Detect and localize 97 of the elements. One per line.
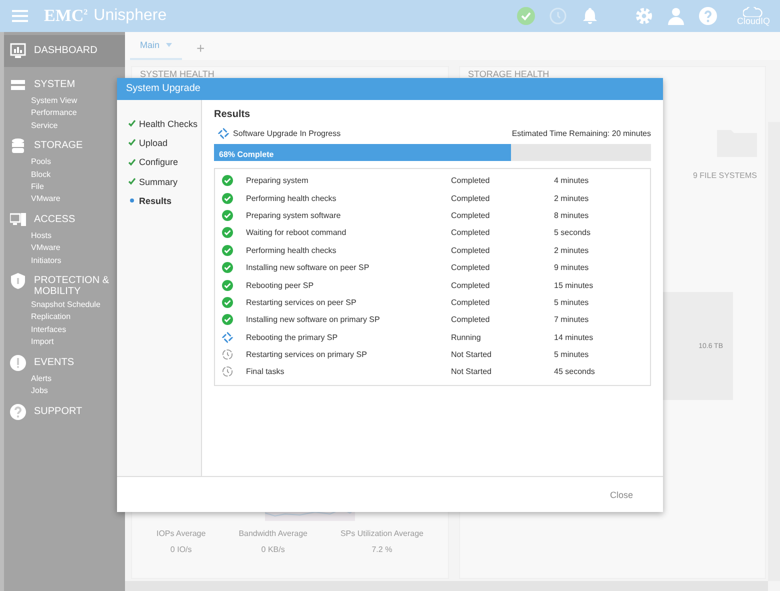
add-tab-button[interactable]: + — [186, 40, 215, 60]
task-duration: 4 minutes — [554, 176, 589, 186]
horizontal-scrollbar[interactable] — [125, 581, 768, 591]
file-systems-label: 9 FILE SYSTEMS — [692, 171, 757, 180]
task-name: Final tasks — [246, 367, 286, 376]
caret-icon — [166, 43, 172, 47]
check-icon — [128, 120, 136, 128]
check-circle-icon — [222, 314, 233, 326]
check-circle-icon — [222, 175, 233, 186]
task-status: Running — [451, 332, 482, 342]
metric-label: SPs Utilization Average — [340, 529, 424, 538]
bell-icon[interactable] — [580, 7, 599, 25]
task-duration: 9 minutes — [554, 263, 589, 272]
check-circle-icon — [222, 244, 233, 256]
task-name: Performing health checks — [246, 194, 338, 203]
check-icon — [128, 178, 136, 186]
help-icon — [10, 404, 26, 420]
task-duration: 8 minutes — [554, 210, 589, 220]
check-circle-icon — [222, 262, 233, 274]
task-status: Completed — [451, 194, 491, 203]
task-duration: 5 seconds — [554, 228, 590, 238]
task-status: Completed — [451, 298, 491, 307]
progress-label: 68% Complete — [218, 150, 274, 159]
task-status: Completed — [451, 263, 491, 272]
check-circle-icon — [222, 210, 233, 221]
task-name: Rebooting peer SP — [246, 280, 315, 290]
task-name: Restarting services on primary SP — [246, 350, 368, 360]
task-duration: 7 minutes — [554, 315, 589, 324]
task-name: Performing health checks — [246, 246, 338, 255]
task-duration: 2 minutes — [554, 194, 589, 203]
task-duration: 5 minutes — [554, 298, 589, 307]
check-icon — [128, 158, 136, 166]
dashboard-tab[interactable]: Main — [130, 40, 182, 60]
cloudiq-button[interactable]: CloudIQ — [736, 6, 770, 26]
help-icon[interactable] — [698, 7, 717, 25]
time-remaining: Estimated Time Remaining: 20 minutes — [512, 129, 651, 138]
health-check-icon[interactable] — [516, 7, 535, 25]
brand-logo: EMC$^{2}$ — [44, 6, 88, 26]
spinner-icon — [218, 128, 229, 139]
settings-icon[interactable] — [634, 7, 653, 25]
menu-icon[interactable] — [12, 10, 28, 22]
task-status: Completed — [451, 210, 491, 220]
task-status: Not Started — [451, 350, 492, 360]
metric-label: Bandwidth Average — [238, 529, 308, 538]
server-icon — [10, 77, 26, 93]
sidebar-section[interactable]: PROTECTION & MOBILITY — [4, 267, 125, 300]
clock-icon — [222, 349, 233, 360]
check-circle-icon — [222, 227, 233, 238]
task-status: Completed — [451, 246, 491, 255]
task-status: Completed — [451, 176, 491, 186]
close-button[interactable]: Close — [608, 486, 635, 504]
sidebar-section[interactable]: SUPPORT — [4, 398, 125, 422]
task-status: Not Started — [451, 367, 492, 376]
card-title: STORAGE HEALTH — [468, 69, 550, 79]
product-name: Unisphere — [94, 7, 167, 25]
cloud-icon — [743, 6, 764, 16]
dialog-title: System Upgrade — [117, 78, 663, 100]
wizard-step[interactable]: Health Checks — [117, 114, 201, 134]
task-name: Preparing system software — [246, 210, 342, 220]
task-status: Completed — [451, 315, 491, 324]
task-name: Restarting services on peer SP — [246, 298, 358, 307]
check-circle-icon — [222, 192, 233, 204]
task-name: Installing new software on peer SP — [246, 263, 370, 272]
user-icon[interactable] — [666, 7, 685, 25]
task-duration: 5 minutes — [554, 350, 589, 360]
clock-icon — [222, 366, 233, 378]
status-text: Software Upgrade In Progress — [233, 129, 341, 138]
check-icon — [128, 139, 136, 146]
task-name: Installing new software on primary SP — [246, 315, 381, 324]
wizard-step[interactable]: Summary — [117, 172, 201, 192]
check-circle-icon — [222, 280, 233, 291]
task-status: Completed — [451, 228, 491, 238]
metric-value: 7.2 % — [372, 545, 392, 554]
task-duration: 2 minutes — [554, 246, 589, 255]
monitor-icon — [10, 43, 26, 59]
task-duration: 45 seconds — [554, 367, 595, 376]
metric-label: IOPs Average — [156, 529, 206, 538]
metric-value: 0 IO/s — [170, 545, 192, 554]
task-duration: 14 minutes — [554, 332, 594, 342]
computer-icon — [10, 212, 26, 228]
task-duration: 15 minutes — [554, 280, 594, 290]
shield-icon — [10, 273, 26, 290]
spinner-icon — [222, 332, 233, 343]
task-name: Waiting for reboot command — [246, 228, 348, 238]
sidebar-section[interactable]: DASHBOARD — [4, 35, 125, 67]
task-status: Completed — [451, 280, 491, 290]
card-title: SYSTEM HEALTH — [140, 69, 216, 79]
database-icon — [10, 138, 26, 154]
task-name: Preparing system — [246, 176, 310, 186]
clock-icon[interactable] — [548, 7, 567, 25]
dot-icon — [128, 197, 136, 204]
metric-value: 0 KB/s — [261, 545, 285, 554]
sidebar-section[interactable]: EVENTS — [4, 348, 125, 373]
section-heading: Results — [214, 109, 252, 120]
check-circle-icon — [222, 296, 233, 308]
alert-icon — [10, 354, 26, 371]
task-name: Rebooting the primary SP — [246, 332, 339, 342]
